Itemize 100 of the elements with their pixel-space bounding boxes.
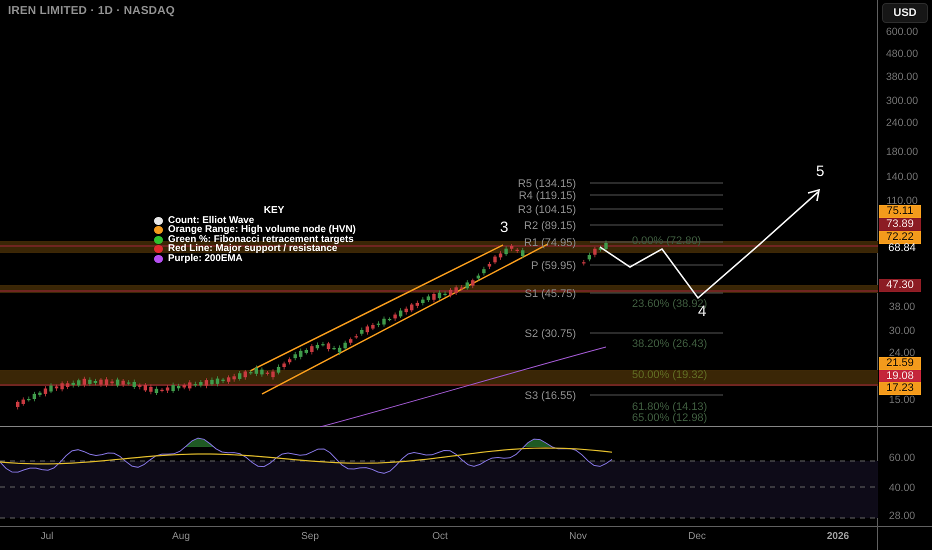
legend-label: Purple: 200EMA <box>168 254 243 264</box>
candle <box>588 252 592 262</box>
pivot-label: R2 (89.15) <box>524 220 576 232</box>
candle <box>410 302 414 313</box>
candle <box>416 300 419 309</box>
candle <box>116 377 120 388</box>
candle <box>493 254 497 264</box>
candle <box>398 308 402 318</box>
pivot-label: R3 (104.15) <box>518 204 576 216</box>
price-tag: 73.89 <box>879 218 921 231</box>
candle <box>310 344 314 355</box>
price-tick: 24.00 <box>888 347 916 359</box>
wave-label: 3 <box>500 219 508 236</box>
candle <box>194 381 197 388</box>
legend-label: Green %: Fibonacci retracement targets <box>168 234 354 245</box>
candle <box>266 370 270 376</box>
price-tag: 75.11 <box>879 205 921 218</box>
candle <box>376 320 380 328</box>
pivot-label: R5 (134.15) <box>518 178 576 190</box>
candle <box>393 312 397 322</box>
price-tick: 30.00 <box>888 325 916 338</box>
candle <box>294 351 297 361</box>
candle <box>49 382 53 394</box>
candle <box>426 294 430 302</box>
candle <box>199 380 203 388</box>
candle <box>160 388 164 393</box>
price-tick: 300.00 <box>884 95 920 108</box>
price-tag: 47.30 <box>879 279 921 292</box>
candle <box>210 377 214 386</box>
price-tick: 380.00 <box>884 71 920 84</box>
candle <box>176 383 180 392</box>
fib-label: 65.00% (12.98) <box>632 412 708 424</box>
candle <box>54 384 58 392</box>
candle <box>276 364 280 375</box>
time-label: Dec <box>688 531 706 542</box>
candle <box>171 382 175 394</box>
candle <box>260 367 264 378</box>
candle <box>132 379 136 390</box>
pivot-label: S2 (30.75) <box>524 328 576 340</box>
candle <box>498 250 502 260</box>
candle <box>332 345 336 350</box>
price-tick: 180.00 <box>884 146 920 159</box>
candle <box>72 380 75 388</box>
candle <box>226 374 230 384</box>
candle <box>204 378 208 389</box>
legend-title: KEY <box>262 205 286 216</box>
candle <box>471 278 474 289</box>
candle <box>16 400 20 410</box>
price-tick: 240.00 <box>884 117 920 130</box>
symbol-title: IREN LIMITED · 1D · NASDAQ <box>8 5 175 17</box>
candle <box>221 378 225 384</box>
candle <box>254 365 258 376</box>
candle <box>82 376 86 388</box>
price-tick: 38.00 <box>888 301 916 314</box>
candle <box>432 292 436 303</box>
candle <box>149 384 153 395</box>
wave-label: 5 <box>816 163 824 180</box>
candle <box>326 342 330 352</box>
time-label: Sep <box>301 531 319 542</box>
candle <box>38 390 42 398</box>
candle <box>443 290 447 297</box>
last-price-label: 68.84 <box>887 242 917 255</box>
fib-label: 50.00% (19.32) <box>632 369 708 381</box>
candle <box>138 383 142 390</box>
candle <box>521 247 524 259</box>
candle <box>271 368 275 380</box>
candle <box>321 342 325 347</box>
candle <box>343 340 347 350</box>
candle <box>110 378 114 386</box>
candle <box>127 380 130 386</box>
time-label: Jul <box>40 531 54 542</box>
candle <box>182 382 186 390</box>
candle <box>448 288 452 298</box>
price-tick: 600.00 <box>884 26 920 39</box>
currency-button[interactable]: USD <box>882 3 928 23</box>
candle <box>232 373 236 382</box>
candle <box>349 337 352 346</box>
candle <box>454 285 458 296</box>
candle <box>99 378 103 388</box>
candle <box>488 262 492 270</box>
candle <box>504 246 508 256</box>
pivot-label: P (59.95) <box>530 260 576 272</box>
candle <box>32 391 36 402</box>
candle <box>166 384 170 394</box>
candle <box>44 386 48 397</box>
candle <box>466 280 469 290</box>
candle <box>366 324 370 336</box>
time-label: Oct <box>432 531 448 542</box>
candle <box>299 348 302 360</box>
rsi-tick: 60.00 <box>888 452 916 465</box>
fib-label: 61.80% (14.13) <box>632 401 708 413</box>
rsi-tick: 28.00 <box>888 510 916 523</box>
candle <box>421 296 425 306</box>
candle <box>238 370 242 381</box>
candle <box>94 378 98 386</box>
candle <box>244 370 247 380</box>
candle <box>360 327 364 336</box>
candle <box>60 380 64 392</box>
candle <box>516 248 519 254</box>
candle <box>27 396 30 402</box>
